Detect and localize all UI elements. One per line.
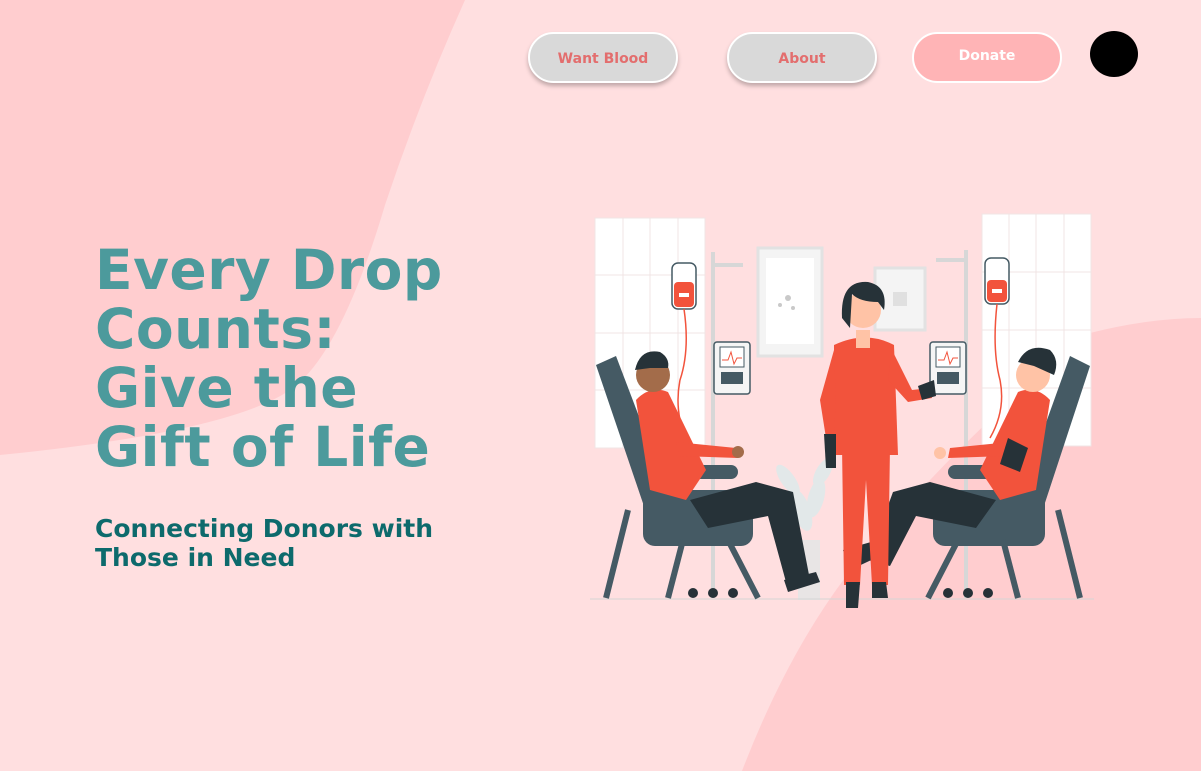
headline-line: Counts: xyxy=(95,297,336,361)
subheadline-line: Connecting Donors with xyxy=(95,514,434,543)
donate-button[interactable]: Donate xyxy=(912,32,1062,83)
monitor-right xyxy=(929,341,967,395)
monitor-left xyxy=(713,341,751,395)
avatar[interactable] xyxy=(1090,31,1138,77)
stand-wheels xyxy=(688,588,993,598)
want-blood-label: Want Blood xyxy=(557,51,649,67)
headline-line: Every Drop xyxy=(95,238,443,302)
hero-subheadline: Connecting Donors with Those in Need xyxy=(95,514,455,572)
about-button[interactable]: About xyxy=(727,32,877,83)
headline-line: Give the xyxy=(95,356,359,420)
about-label: About xyxy=(778,51,826,67)
blood-donation-illustration xyxy=(590,213,1094,608)
hero-headline: Every Drop Counts: Give the Gift of Life xyxy=(95,241,515,477)
headline-line: Gift of Life xyxy=(95,415,431,479)
want-blood-button[interactable]: Want Blood xyxy=(528,32,678,83)
subheadline-line: Those in Need xyxy=(95,543,296,572)
donate-label: Donate xyxy=(958,47,1016,64)
wall-picture xyxy=(756,246,824,358)
